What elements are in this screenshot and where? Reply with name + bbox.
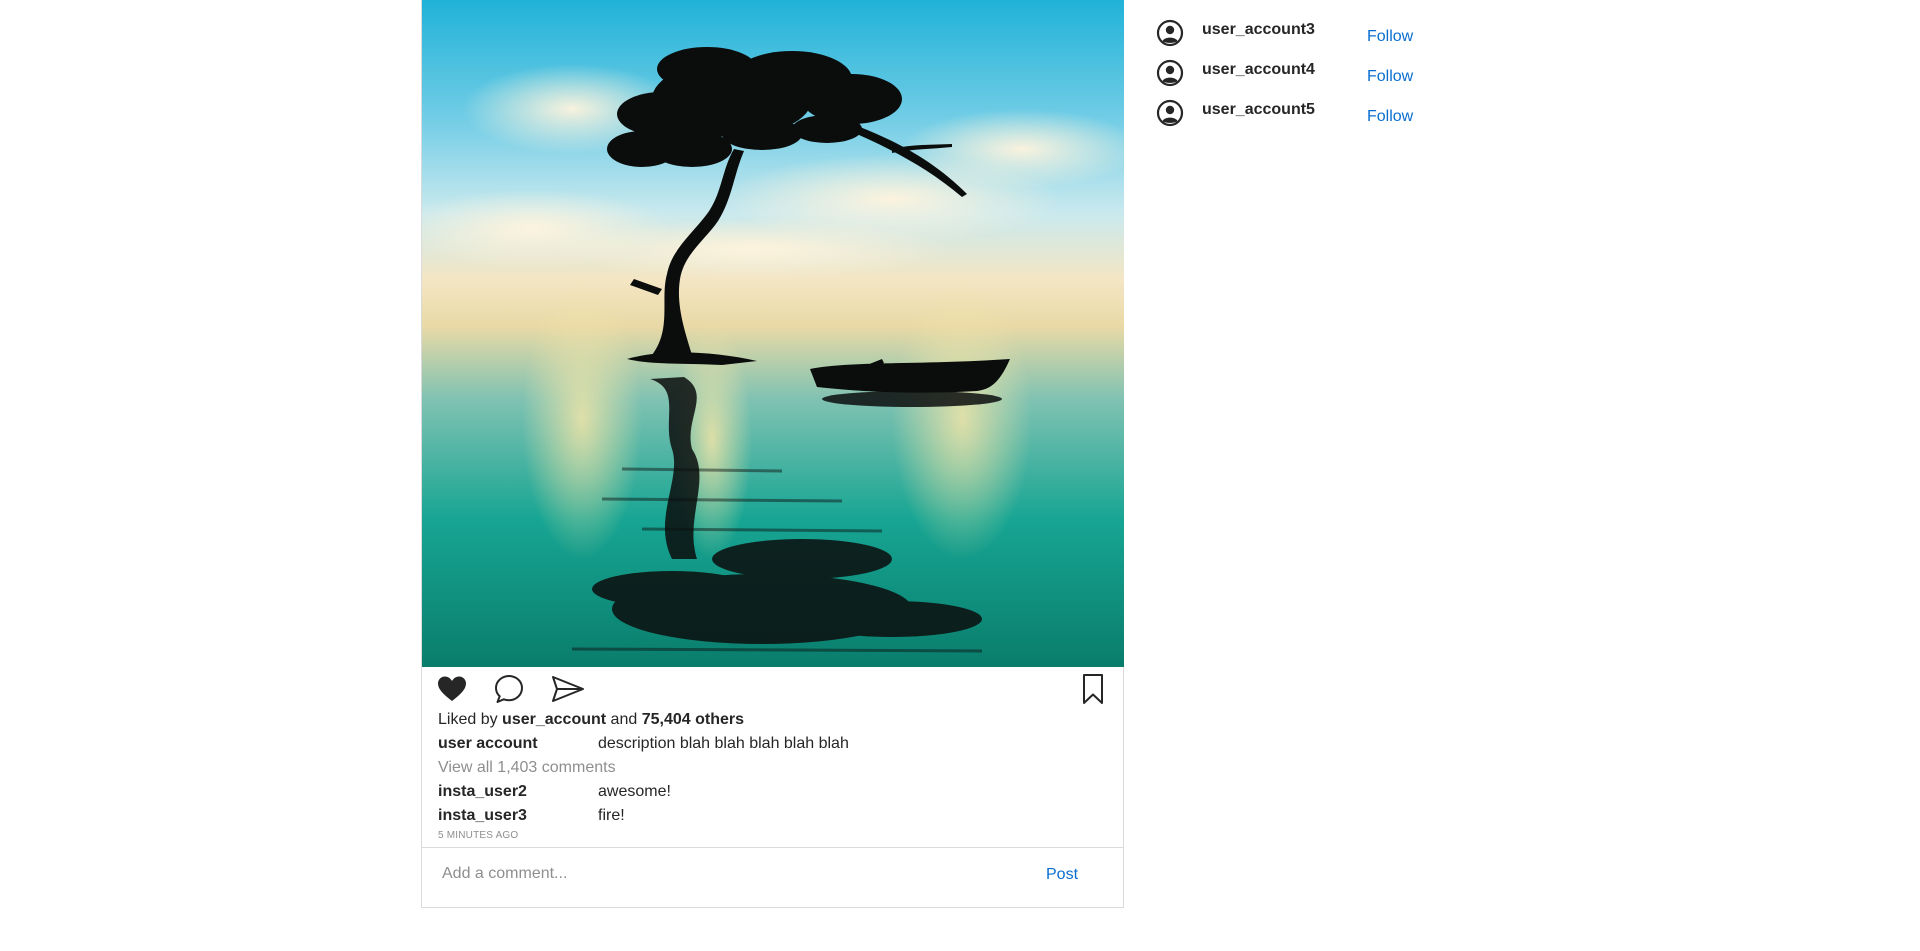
- post-timestamp: 5 minutes ago: [438, 830, 519, 841]
- post-card: Liked by user_account and 75,404 others …: [421, 0, 1124, 908]
- suggestion-item: user_account4 Follow: [1156, 48, 1456, 88]
- paper-plane-icon: [552, 676, 584, 702]
- post-comment-button[interactable]: Post: [1046, 866, 1078, 884]
- bookmark-icon: [1083, 674, 1103, 704]
- heart-filled-icon: [438, 676, 466, 701]
- add-comment-bar: Post: [422, 847, 1124, 908]
- suggestion-item: user_account5 Follow: [1156, 88, 1456, 128]
- follow-button[interactable]: Follow: [1367, 68, 1413, 86]
- save-button[interactable]: [1078, 673, 1108, 705]
- comment-username[interactable]: insta_user3: [438, 806, 527, 826]
- likes-summary: Liked by user_account and 75,404 others: [438, 710, 744, 730]
- caption-username[interactable]: user account: [438, 734, 538, 754]
- comment-username[interactable]: insta_user2: [438, 782, 527, 802]
- caption-text: description blah blah blah blah blah: [598, 735, 849, 752]
- post-photo[interactable]: [422, 0, 1124, 667]
- user-circle-icon[interactable]: [1156, 19, 1184, 47]
- comment-text: fire!: [598, 807, 625, 824]
- comment-input[interactable]: [442, 862, 1002, 886]
- share-button[interactable]: [550, 673, 586, 705]
- user-circle-icon[interactable]: [1156, 59, 1184, 87]
- view-all-comments-link[interactable]: View all 1,403 comments: [438, 758, 616, 778]
- suggestion-username[interactable]: user_account3: [1202, 21, 1315, 39]
- follow-button[interactable]: Follow: [1367, 28, 1413, 46]
- post-action-bar: [422, 667, 1124, 707]
- likes-prefix: Liked by: [438, 711, 498, 728]
- suggestion-username[interactable]: user_account4: [1202, 61, 1315, 79]
- post-photo-artwork: [422, 0, 1124, 667]
- follow-button[interactable]: Follow: [1367, 108, 1413, 126]
- likes-user-link[interactable]: user_account: [502, 711, 606, 728]
- suggestion-username[interactable]: user_account5: [1202, 101, 1315, 119]
- likes-middle: and: [610, 711, 638, 728]
- like-button[interactable]: [435, 673, 469, 705]
- likes-count-link[interactable]: 75,404 others: [642, 711, 744, 728]
- comment-text: awesome!: [598, 783, 671, 800]
- user-circle-icon[interactable]: [1156, 99, 1184, 127]
- suggestion-item: user_account3 Follow: [1156, 8, 1456, 48]
- comment-button[interactable]: [492, 673, 526, 705]
- speech-bubble-icon: [495, 675, 523, 703]
